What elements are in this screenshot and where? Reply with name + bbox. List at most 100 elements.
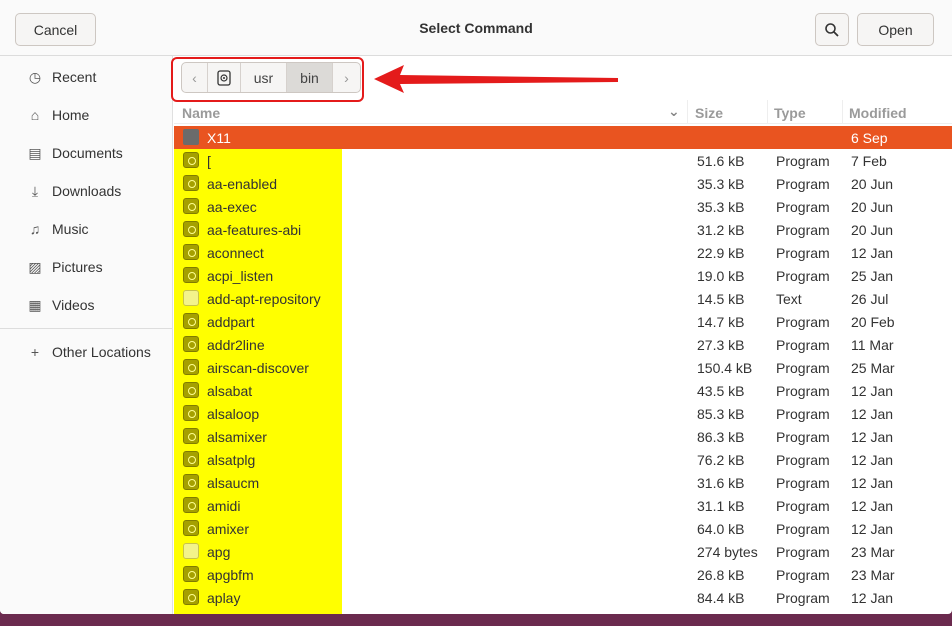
file-size: 31.2 kB	[697, 222, 745, 238]
file-modified: 12 Jan	[851, 521, 894, 537]
executable-icon	[183, 359, 199, 375]
text-file-icon	[183, 543, 199, 559]
drive-icon	[217, 69, 231, 86]
executable-icon	[183, 589, 199, 605]
file-row[interactable]: alsaloop 85.3 kB Program 12 Jan	[174, 402, 952, 425]
header-bar: Cancel Select Command Open	[0, 0, 952, 56]
file-row[interactable]: amidi 31.1 kB Program 12 Jan	[174, 494, 952, 517]
column-type[interactable]: Type	[774, 105, 806, 121]
column-name[interactable]: Name	[182, 105, 220, 121]
file-modified: 20 Jun	[851, 222, 894, 238]
sidebar-divider	[0, 328, 172, 329]
search-icon	[825, 22, 839, 37]
sidebar-item-downloads[interactable]: ⤓ Downloads	[0, 172, 172, 210]
file-row[interactable]: addpart 14.7 kB Program 20 Feb	[174, 310, 952, 333]
executable-icon	[183, 198, 199, 214]
file-row[interactable]: aa-exec 35.3 kB Program 20 Jun	[174, 195, 952, 218]
sidebar-item-music[interactable]: ♫ Music	[0, 210, 172, 248]
path-bar: ‹ usr bin ›	[181, 62, 361, 93]
file-row[interactable]: alsabat 43.5 kB Program 12 Jan	[174, 379, 952, 402]
file-row[interactable]: apg 274 bytes Program 23 Mar	[174, 540, 952, 563]
file-type: Program	[776, 452, 830, 468]
sidebar: ◷ Recent ⌂ Home ▤ Documents ⤓ Downloads ♫ Music ▨ P…	[0, 56, 173, 614]
file-row[interactable]: aa-enabled 35.3 kB Program 20 Jun	[174, 172, 952, 195]
file-size: 22.9 kB	[697, 245, 745, 261]
sort-chevron-icon[interactable]: ⌄	[668, 103, 680, 120]
sidebar-item-home[interactable]: ⌂ Home	[0, 96, 172, 134]
executable-icon	[183, 497, 199, 513]
path-back-button[interactable]: ‹	[182, 63, 208, 92]
file-name: [	[207, 153, 211, 169]
file-row[interactable]: amixer 64.0 kB Program 12 Jan	[174, 517, 952, 540]
file-row[interactable]: X11 6 Sep	[174, 126, 952, 149]
sidebar-item-recent[interactable]: ◷ Recent	[0, 58, 172, 96]
sidebar-item-videos[interactable]: ▦ Videos	[0, 286, 172, 324]
executable-icon	[183, 336, 199, 352]
clock-icon: ◷	[28, 68, 42, 85]
file-size: 85.3 kB	[697, 406, 745, 422]
file-size: 51.6 kB	[697, 153, 745, 169]
file-modified: 12 Jan	[851, 498, 894, 514]
search-button[interactable]	[815, 13, 849, 46]
path-root-button[interactable]	[208, 63, 241, 92]
file-size: 27.3 kB	[697, 337, 745, 353]
file-name: addpart	[207, 314, 255, 330]
file-row[interactable]: alsatplg 76.2 kB Program 12 Jan	[174, 448, 952, 471]
file-name: amidi	[207, 498, 241, 514]
sidebar-item-pictures[interactable]: ▨ Pictures	[0, 248, 172, 286]
file-row[interactable]: airscan-discover 150.4 kB Program 25 Mar	[174, 356, 952, 379]
column-modified[interactable]: Modified	[849, 105, 907, 121]
file-modified: 26 Jul	[851, 291, 889, 307]
sidebar-item-documents[interactable]: ▤ Documents	[0, 134, 172, 172]
file-modified: 20 Jun	[851, 176, 894, 192]
file-size: 26.8 kB	[697, 567, 745, 583]
file-modified: 12 Jan	[851, 590, 894, 606]
file-size: 86.3 kB	[697, 429, 745, 445]
file-type: Program	[776, 222, 830, 238]
file-modified: 25 Mar	[851, 360, 895, 376]
file-name: apg	[207, 544, 231, 560]
music-icon: ♫	[29, 221, 41, 237]
file-size: 274 bytes	[697, 544, 758, 560]
executable-icon	[183, 382, 199, 398]
file-row[interactable]: apgbfm 26.8 kB Program 23 Mar	[174, 563, 952, 586]
file-row[interactable]: alsamixer 86.3 kB Program 12 Jan	[174, 425, 952, 448]
file-row[interactable]: acpi_listen 19.0 kB Program 25 Jan	[174, 264, 952, 287]
file-size: 43.5 kB	[697, 383, 745, 399]
path-segment-bin[interactable]: bin	[287, 63, 333, 92]
open-button[interactable]: Open	[857, 13, 934, 46]
executable-icon	[183, 152, 199, 168]
file-name: aa-enabled	[207, 176, 278, 192]
file-browser: ‹ usr bin › Name ⌄ Size Type Modified X1…	[171, 56, 952, 614]
file-modified: 6 Sep	[851, 130, 888, 146]
executable-icon	[183, 474, 199, 490]
file-name: aconnect	[207, 245, 264, 261]
file-modified: 12 Jan	[851, 406, 894, 422]
file-row[interactable]: addr2line 27.3 kB Program 11 Mar	[174, 333, 952, 356]
path-segment-usr[interactable]: usr	[241, 63, 287, 92]
file-row[interactable]: aplay 84.4 kB Program 12 Jan	[174, 586, 952, 609]
file-modified: 12 Jan	[851, 245, 894, 261]
sidebar-item-other-locations[interactable]: + Other Locations	[0, 333, 172, 371]
file-name: amixer	[207, 521, 250, 537]
file-modified: 25 Jan	[851, 268, 894, 284]
file-name: add-apt-repository	[207, 291, 321, 307]
sidebar-item-label: Downloads	[52, 183, 122, 199]
file-size: 19.0 kB	[697, 268, 745, 284]
file-type: Program	[776, 314, 830, 330]
file-size: 35.3 kB	[697, 199, 745, 215]
file-row[interactable]: add-apt-repository 14.5 kB Text 26 Jul	[174, 287, 952, 310]
file-modified: 12 Jan	[851, 429, 894, 445]
path-forward-button[interactable]: ›	[333, 63, 360, 92]
plus-icon: +	[30, 344, 40, 360]
file-name: alsabat	[207, 383, 253, 399]
column-size[interactable]: Size	[695, 105, 723, 121]
sidebar-item-label: Videos	[52, 297, 95, 313]
file-type: Program	[776, 498, 830, 514]
file-row[interactable]: aconnect 22.9 kB Program 12 Jan	[174, 241, 952, 264]
file-modified: 12 Jan	[851, 383, 894, 399]
file-row[interactable]: alsaucm 31.6 kB Program 12 Jan	[174, 471, 952, 494]
file-row[interactable]: [51.6 kB Program 7 Feb	[174, 149, 952, 172]
file-type: Program	[776, 268, 830, 284]
file-row[interactable]: aa-features-abi 31.2 kB Program 20 Jun	[174, 218, 952, 241]
